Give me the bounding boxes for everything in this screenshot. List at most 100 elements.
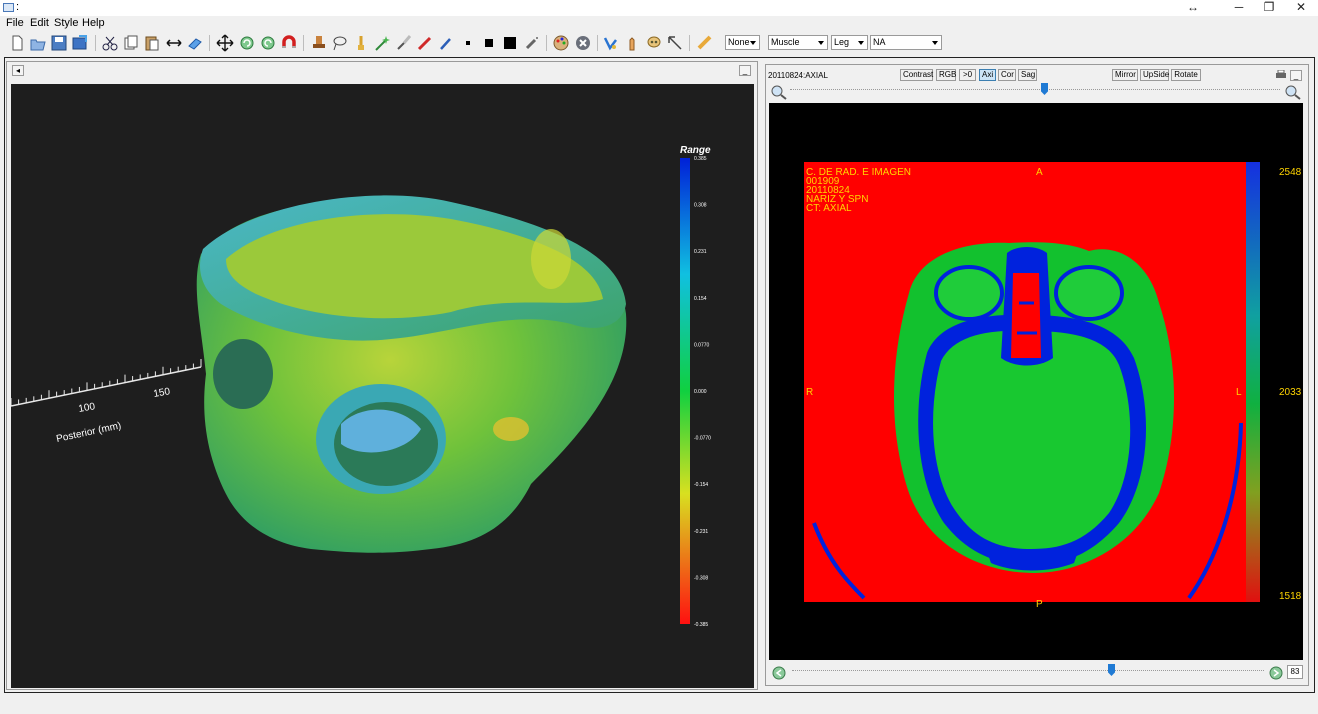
skull-render: 100 150 Posterior (mm) Range 0.3850.3080… xyxy=(11,145,711,628)
paint-brush-icon[interactable] xyxy=(395,34,413,52)
slice-title: 20110824:AXIAL xyxy=(768,71,828,80)
side-cavity xyxy=(213,339,273,409)
chevron-down-icon xyxy=(858,41,864,45)
toolbar-separator xyxy=(95,35,96,51)
axial-slice-view[interactable]: C. DE RAD. E IMAGEN 001909 20110824 NARI… xyxy=(769,103,1303,660)
chevron-down-icon xyxy=(932,41,938,45)
legend-tick-label: -0.0770 xyxy=(694,436,711,442)
cancel-icon[interactable] xyxy=(574,34,592,52)
sagittal-button[interactable]: Sag xyxy=(1018,69,1037,81)
highlight-patch xyxy=(531,229,571,289)
arrow-select-icon[interactable] xyxy=(666,34,684,52)
zoom-slider[interactable] xyxy=(790,83,1280,97)
lasso-icon[interactable] xyxy=(331,34,349,52)
legend-ticks: 0.385 0.308 0.231 0.154 0.0770 0.000 -0.0770 -0… xyxy=(694,156,711,628)
orientation-right: R xyxy=(806,387,813,398)
render-minimize-button[interactable]: _ xyxy=(739,65,751,76)
rotate-left-icon[interactable] xyxy=(238,34,256,52)
leg-select[interactable]: Leg xyxy=(831,35,868,50)
ct-colorbar xyxy=(1246,162,1260,602)
save-as-icon[interactable] xyxy=(71,34,89,52)
small-dot-icon[interactable] xyxy=(459,34,477,52)
axis-tick-label-100: 100 xyxy=(78,401,97,415)
title-bar: : ↔ ─ ❐ ✕ xyxy=(0,0,1318,16)
previous-frame-icon[interactable] xyxy=(770,665,788,681)
zoom-slider-thumb[interactable] xyxy=(1041,83,1048,95)
none-select-value: None xyxy=(728,37,750,47)
ruler-icon[interactable] xyxy=(696,34,714,52)
toolbar-separator xyxy=(209,35,210,51)
palette-icon[interactable] xyxy=(552,34,570,52)
stamp-icon[interactable] xyxy=(310,34,328,52)
legend-tick-label: -0.308 xyxy=(694,575,708,581)
brush-icon[interactable] xyxy=(352,34,370,52)
axial-button[interactable]: Axi xyxy=(979,69,996,81)
coronal-button[interactable]: Cor xyxy=(998,69,1016,81)
next-frame-icon[interactable] xyxy=(1267,665,1285,681)
toolbar xyxy=(0,31,1318,54)
frame-slider-thumb[interactable] xyxy=(1108,664,1115,676)
orientation-left: L xyxy=(1236,387,1242,398)
na-select[interactable]: NA xyxy=(870,35,942,50)
menu-edit[interactable]: Edit xyxy=(30,17,49,29)
app-icon xyxy=(3,3,14,12)
slice-minimize-button[interactable]: _ xyxy=(1290,70,1302,81)
3d-render-view[interactable]: 100 150 Posterior (mm) Range 0.385 0.308 0… xyxy=(11,84,754,688)
right-orbit xyxy=(1054,265,1124,321)
mirror-button[interactable]: Mirror xyxy=(1112,69,1138,81)
new-file-icon[interactable] xyxy=(8,34,26,52)
rotate-right-icon[interactable] xyxy=(259,34,277,52)
zoom-in-icon[interactable] xyxy=(1284,84,1302,100)
dock-button[interactable]: ◂ xyxy=(12,65,24,76)
open-icon[interactable] xyxy=(29,34,47,52)
muscle-select[interactable]: Muscle xyxy=(768,35,828,50)
axis-ticks xyxy=(11,359,202,406)
positive-button[interactable]: >0 xyxy=(959,69,976,81)
rotate-button[interactable]: Rotate xyxy=(1171,69,1201,81)
large-dot-icon[interactable] xyxy=(501,34,519,52)
magnet-icon[interactable] xyxy=(280,34,298,52)
copy-icon[interactable] xyxy=(122,34,140,52)
rgb-button[interactable]: RGB xyxy=(936,69,956,81)
close-button[interactable]: ✕ xyxy=(1286,0,1316,16)
colorbar-mid: 2033 xyxy=(1279,387,1302,398)
cut-icon[interactable] xyxy=(101,34,119,52)
colorbar-max: 2548 xyxy=(1279,167,1302,178)
eraser-icon[interactable] xyxy=(186,34,204,52)
ct-slice-image: C. DE RAD. E IMAGEN 001909 20110824 NARI… xyxy=(804,162,1302,610)
wand-icon[interactable] xyxy=(373,34,391,52)
toolbar-separator xyxy=(546,35,547,51)
legend-title: Range xyxy=(680,145,711,156)
zoom-slider-track xyxy=(790,89,1280,92)
swap-arrows-icon[interactable] xyxy=(165,34,183,52)
axis-tick-label-150: 150 xyxy=(153,386,172,400)
save-icon[interactable] xyxy=(50,34,68,52)
legend-tick-label: 0.308 xyxy=(694,203,707,209)
menu-style[interactable]: Style xyxy=(54,17,78,29)
legend-tick-label: -0.154 xyxy=(694,482,708,488)
contrast-button[interactable]: Contrast xyxy=(900,69,933,81)
legend-tick-label: 0.0770 xyxy=(694,342,710,348)
muscle-select-value: Muscle xyxy=(771,37,800,47)
move-icon[interactable] xyxy=(216,34,234,52)
upside-button[interactable]: UpSide xyxy=(1140,69,1169,81)
resize-arrows-icon[interactable]: ↔ xyxy=(1178,0,1208,16)
medium-dot-icon[interactable] xyxy=(480,34,498,52)
minimize-button[interactable]: ─ xyxy=(1224,0,1254,16)
none-select[interactable]: None xyxy=(725,35,760,50)
paste-icon[interactable] xyxy=(143,34,161,52)
frame-slider[interactable] xyxy=(792,664,1264,678)
pen-icon[interactable] xyxy=(437,34,455,52)
spray-icon[interactable] xyxy=(523,34,541,52)
skull-icon[interactable] xyxy=(645,34,663,52)
menu-file[interactable]: File xyxy=(6,17,24,29)
print-icon[interactable] xyxy=(1275,70,1287,81)
pencil-icon[interactable] xyxy=(416,34,434,52)
zoom-out-icon[interactable] xyxy=(770,84,788,100)
hand-icon[interactable] xyxy=(624,34,642,52)
menu-help[interactable]: Help xyxy=(82,17,105,29)
window-title: : xyxy=(16,1,20,13)
color-map-icon[interactable] xyxy=(602,34,620,52)
na-select-value: NA xyxy=(873,37,886,47)
restore-button[interactable]: ❐ xyxy=(1254,0,1284,16)
